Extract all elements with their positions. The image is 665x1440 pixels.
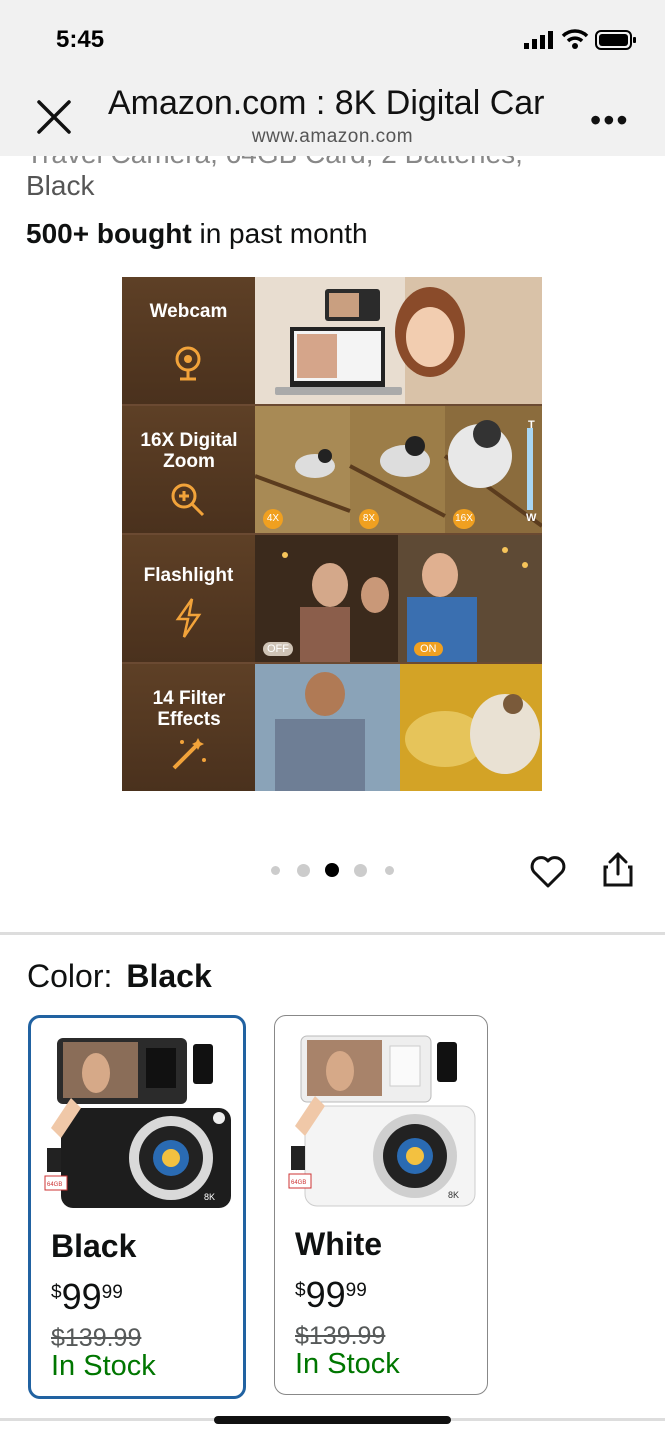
carousel-dot[interactable]: [385, 865, 394, 875]
webcam-photo: [255, 277, 542, 404]
color-option-name: Black: [51, 1228, 137, 1264]
status-time: 5:45: [56, 26, 105, 53]
section-divider: [0, 932, 665, 935]
share-icon[interactable]: [602, 852, 634, 888]
color-option-white[interactable]: 8K 64GB White $9999 $139.99 In Stock: [274, 1015, 488, 1395]
home-indicator[interactable]: [214, 1416, 451, 1424]
thumb-badge-8k: 8K: [204, 1192, 215, 1202]
carousel-dot[interactable]: [325, 863, 339, 877]
feature-label: 16X Digital Zoom: [140, 430, 238, 472]
feature-flashlight: Flashlight OFF ON: [122, 535, 542, 662]
thumb-badge-64gb: 64GB: [291, 1180, 306, 1186]
color-option-price: $9999: [295, 1274, 367, 1315]
feature-webcam: Webcam: [122, 277, 542, 404]
zoom-slider-wide: W: [526, 512, 537, 524]
feature-label: 14 Filter Effects: [152, 688, 226, 730]
zoom-in-icon: [171, 483, 205, 517]
more-options-button[interactable]: •••: [590, 102, 630, 139]
thumb-badge-8k: 8K: [448, 1190, 459, 1200]
flash-on-badge: ON: [414, 642, 443, 656]
webcam-icon: [175, 346, 201, 381]
zoom-badge: 16X: [453, 509, 475, 529]
flash-off-badge: OFF: [263, 642, 293, 656]
zoom-badge: 8X: [359, 509, 379, 529]
magic-wand-icon: [172, 738, 206, 770]
lightning-icon: [175, 598, 202, 638]
selected-color-name: Black: [126, 958, 212, 994]
feature-filters: 14 Filter Effects: [122, 664, 542, 791]
flashlight-photo: [255, 535, 542, 662]
filter-photo: [255, 664, 542, 791]
feature-label: Flashlight: [143, 565, 234, 586]
zoom-badge: 4X: [263, 509, 283, 529]
color-option-list-price: $139.99: [51, 1324, 142, 1352]
color-option-list-price: $139.99: [295, 1322, 386, 1350]
color-option-price: $9999: [51, 1276, 123, 1317]
color-option-stock: In Stock: [295, 1348, 400, 1380]
bought-in-past-month: 500+ bought in past month: [26, 218, 368, 249]
cellular-signal-icon: [524, 31, 553, 49]
carousel-dot[interactable]: [297, 863, 310, 877]
carousel-dot[interactable]: [354, 863, 367, 877]
product-image[interactable]: Webcam 16X Digital Zoom 4X 8X 16X T W Fl…: [122, 277, 542, 791]
color-option-black[interactable]: 8K 64GB Black $9999 $139.99 In Stock: [28, 1015, 246, 1399]
color-selector-label: Color: Black: [27, 958, 212, 994]
battery-icon: [595, 30, 636, 50]
thumb-badge-64gb: 64GB: [47, 1182, 62, 1188]
page-domain: www.amazon.com: [251, 126, 414, 147]
color-option-stock: In Stock: [51, 1350, 156, 1382]
feature-zoom: 16X Digital Zoom 4X 8X 16X T W: [122, 406, 542, 533]
page-title: Amazon.com : 8K Digital Car: [108, 84, 545, 122]
carousel-dot[interactable]: [271, 865, 280, 875]
wifi-icon: [561, 29, 589, 49]
product-title-color: Black: [26, 170, 95, 201]
white-camera-thumbnail: 8K 64GB: [288, 1035, 476, 1207]
black-camera-thumbnail: 8K 64GB: [44, 1038, 231, 1208]
zoom-photo: [255, 406, 542, 533]
color-option-name: White: [295, 1226, 383, 1262]
zoom-slider-tele: T: [528, 419, 535, 431]
close-icon[interactable]: [34, 97, 74, 137]
heart-icon[interactable]: [529, 855, 567, 889]
feature-label: Webcam: [149, 301, 228, 322]
